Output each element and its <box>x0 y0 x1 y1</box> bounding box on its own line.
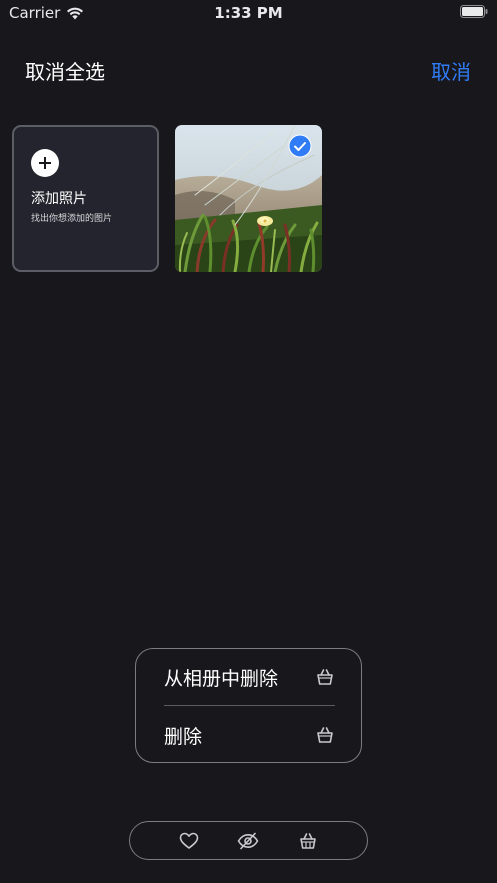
check-icon <box>288 134 312 158</box>
plus-icon <box>31 149 59 177</box>
photo-thumbnail[interactable] <box>175 125 322 272</box>
trash-button[interactable] <box>297 830 319 852</box>
add-photo-subtitle: 找出你想添加的图片 <box>31 214 113 224</box>
status-time: 1:33 PM <box>214 4 283 22</box>
favorite-button[interactable] <box>178 830 200 852</box>
hide-button[interactable] <box>237 830 259 852</box>
basket-icon <box>317 727 333 743</box>
eye-slash-icon <box>237 832 259 850</box>
delete-label: 删除 <box>164 725 203 748</box>
status-bar: Carrier 1:33 PM <box>0 0 497 26</box>
heart-icon <box>179 832 199 849</box>
menu-divider <box>164 705 335 706</box>
basket-icon <box>317 669 333 685</box>
cancel-button[interactable]: 取消 <box>431 56 471 85</box>
delete-button[interactable]: 删除 <box>164 720 335 750</box>
basket-icon <box>300 833 316 849</box>
delete-from-album-button[interactable]: 从相册中删除 <box>164 662 335 692</box>
delete-from-album-label: 从相册中删除 <box>164 667 279 690</box>
bottom-toolbar <box>129 821 368 860</box>
delete-menu: 从相册中删除 删除 <box>135 648 362 763</box>
add-photo-title: 添加照片 <box>31 191 87 207</box>
deselect-all-button[interactable]: 取消全选 <box>25 56 105 85</box>
battery-icon <box>460 5 488 18</box>
add-photo-card[interactable]: 添加照片 找出你想添加的图片 <box>12 125 159 272</box>
